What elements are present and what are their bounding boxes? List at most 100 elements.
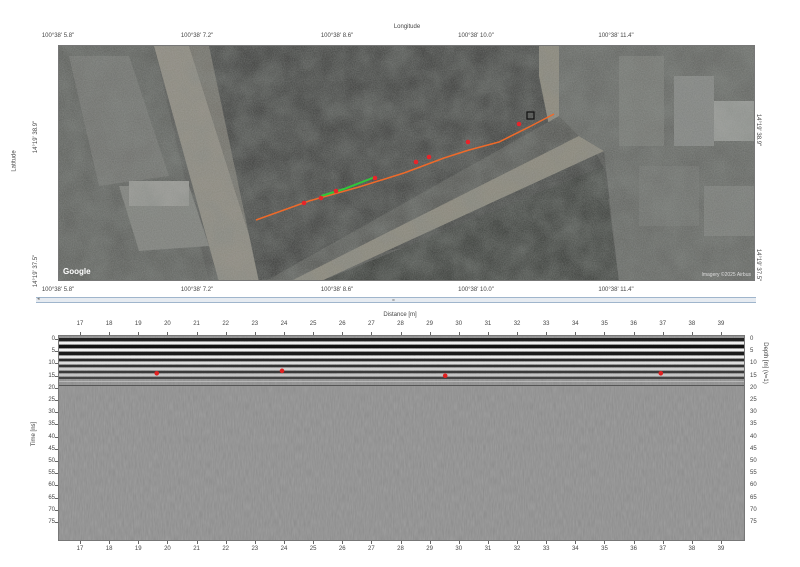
distance-tick-mark <box>633 332 635 335</box>
distance-tick-mark <box>517 332 519 335</box>
distance-tick-mark <box>458 332 460 335</box>
distance-tick-label-bottom: 36 <box>630 546 637 552</box>
distance-tick-mark <box>721 332 722 335</box>
depth-tick-label: 50 <box>750 458 757 464</box>
lon-tick-top: 100°38' 5.8" <box>41 33 75 39</box>
distance-tick-label-top: 30 <box>455 321 463 327</box>
distance-tick-label-bottom: 38 <box>688 546 696 552</box>
track-marker <box>333 188 339 194</box>
distance-tick-label-top: 26 <box>338 321 346 327</box>
depth-tick-label: 30 <box>750 409 757 416</box>
distance-tick-label-top: 37 <box>659 321 667 327</box>
depth-tick-label: 20 <box>750 384 757 391</box>
depth-tick-label: 55 <box>750 470 757 477</box>
distance-tick-mark <box>80 541 81 544</box>
splitter-grip-icon[interactable]: = <box>392 298 395 304</box>
distance-tick-label-top: 29 <box>426 321 433 327</box>
distance-tick-mark <box>371 541 373 544</box>
lon-tick-top: 100°38' 10.0" <box>458 33 494 39</box>
distance-tick-mark <box>721 541 722 544</box>
distance-tick-label-top: 36 <box>630 321 637 327</box>
map-view: Longitude 100°38' 5.8" 100°38' 7.2" 100°… <box>0 0 800 300</box>
radargram-canvas[interactable] <box>58 335 745 541</box>
reflection-band <box>59 356 744 358</box>
reflection-bands <box>59 338 744 386</box>
time-tick-label: 45 <box>48 445 55 452</box>
satellite-map[interactable]: Google Imagery ©2025 Airbus <box>58 45 755 281</box>
distance-tick-mark <box>691 332 693 335</box>
distance-tick-label-bottom: 24 <box>280 546 288 552</box>
depth-tick-label: 25 <box>750 397 757 403</box>
view-splitter[interactable]: = <box>36 297 756 304</box>
distance-tick-mark <box>313 541 315 544</box>
time-tick-mark <box>55 509 58 511</box>
time-tick-label: 10 <box>48 360 55 367</box>
distance-tick-mark <box>109 541 111 544</box>
distance-tick-label-bottom: 33 <box>542 546 550 552</box>
distance-tick-mark <box>196 541 198 544</box>
distance-tick-mark <box>487 541 489 544</box>
distance-tick-mark <box>225 541 227 544</box>
radar-target-marker[interactable] <box>442 373 448 379</box>
track-marker <box>301 200 307 206</box>
time-tick-label: 75 <box>48 519 55 525</box>
lon-tick-bottom: 100°38' 11.4" <box>598 287 634 293</box>
distance-tick-label-top: 28 <box>397 321 404 327</box>
lat-tick-right: 14°19' 38.9" <box>755 113 762 147</box>
radar-target-marker[interactable] <box>279 368 285 374</box>
distance-tick-label-bottom: 31 <box>484 546 492 552</box>
radar-target-marker[interactable] <box>658 370 664 376</box>
distance-tick-label-top: 23 <box>251 321 259 327</box>
distance-tick-label-bottom: 17 <box>76 546 84 552</box>
distance-tick-label-bottom: 22 <box>222 546 230 552</box>
reflection-band <box>59 381 744 382</box>
distance-tick-mark <box>342 332 344 335</box>
distance-tick-label-bottom: 34 <box>571 546 579 552</box>
lon-tick-top: 100°38' 7.2" <box>180 33 214 39</box>
distance-tick-mark <box>400 332 402 335</box>
distance-tick-mark <box>80 332 81 335</box>
depth-tick-label: 10 <box>750 360 757 367</box>
distance-tick-mark <box>167 541 169 544</box>
distance-tick-mark <box>546 541 548 544</box>
map-axis-title-latitude: Latitude <box>11 150 18 172</box>
depth-tick-label: 0 <box>750 336 754 342</box>
distance-tick-label-top: 18 <box>105 321 113 327</box>
track-marker <box>426 154 432 160</box>
scroll-left-arrow-icon[interactable]: ◂ <box>37 296 40 302</box>
time-tick-mark <box>55 497 58 499</box>
radargram-image <box>59 336 744 540</box>
distance-tick-label-top: 39 <box>717 321 725 327</box>
time-tick-label: 5 <box>51 348 55 355</box>
distance-tick-label-bottom: 21 <box>193 546 200 552</box>
radar-target-marker[interactable] <box>154 370 160 376</box>
track-marker <box>318 195 324 201</box>
distance-tick-mark <box>575 332 577 335</box>
distance-tick-mark <box>575 541 577 544</box>
distance-tick-mark <box>225 332 227 335</box>
distance-tick-label-top: 34 <box>571 321 579 327</box>
distance-tick-mark <box>254 332 256 335</box>
lon-tick-bottom: 100°38' 5.8" <box>41 287 75 293</box>
distance-tick-mark <box>458 541 460 544</box>
distance-tick-label-top: 25 <box>309 321 317 327</box>
time-tick-mark <box>55 412 58 414</box>
time-tick-mark <box>55 424 58 426</box>
distance-tick-mark <box>283 541 285 544</box>
distance-tick-label-top: 24 <box>280 321 288 327</box>
distance-tick-label-bottom: 37 <box>659 546 667 552</box>
distance-tick-mark <box>517 541 519 544</box>
distance-tick-mark <box>254 541 256 544</box>
depth-tick-label: 75 <box>750 519 757 525</box>
depth-tick-label: 35 <box>750 421 757 428</box>
reflection-band <box>59 374 744 376</box>
time-tick-label: 70 <box>48 506 55 513</box>
reflection-band <box>59 368 744 370</box>
distance-tick-label-bottom: 18 <box>105 546 113 552</box>
time-tick-mark <box>55 436 58 438</box>
imagery-credit: Imagery ©2025 Airbus <box>701 272 751 278</box>
distance-tick-mark <box>138 332 140 335</box>
time-tick-mark <box>55 473 58 475</box>
lon-tick-top: 100°38' 11.4" <box>598 33 634 39</box>
time-tick-label: 50 <box>48 458 55 464</box>
